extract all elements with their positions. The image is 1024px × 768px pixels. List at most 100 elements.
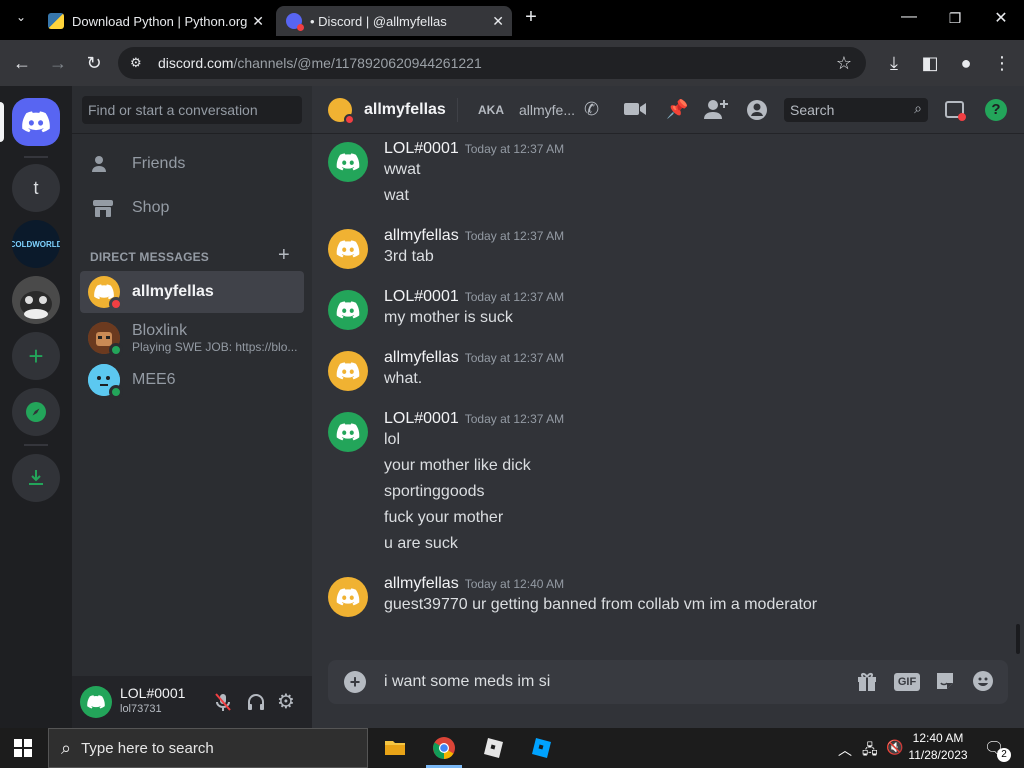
roblox-icon[interactable] <box>482 737 504 759</box>
chat-search-input[interactable]: Search ⌕ <box>784 98 928 122</box>
forward-icon[interactable]: → <box>46 52 70 74</box>
scrollbar-thumb[interactable] <box>1016 624 1020 654</box>
message-avatar[interactable] <box>328 290 368 330</box>
nav-shop[interactable]: Shop <box>80 187 304 229</box>
add-server-button[interactable]: + <box>12 332 60 380</box>
gif-button[interactable]: GIF <box>894 670 920 694</box>
server-coldworld[interactable]: COLDWORLD <box>12 220 60 268</box>
sticker-icon[interactable] <box>934 670 958 694</box>
restore-icon[interactable]: ❐ <box>940 10 970 27</box>
roblox-studio-icon[interactable] <box>530 737 552 759</box>
voice-call-icon[interactable]: ✆ <box>584 99 599 120</box>
python-favicon-icon <box>48 13 64 29</box>
plus-icon: + <box>28 340 44 371</box>
message-composer[interactable]: + i want some meds im si GIF <box>328 660 1008 704</box>
server-avatar[interactable] <box>12 276 60 324</box>
side-panel-icon[interactable]: ◧ <box>918 52 942 74</box>
dm-name: allmyfellas <box>132 283 214 300</box>
chat-header: allmyfellas AKA allmyfe... ✆ 📌 Search ⌕ … <box>312 86 1024 134</box>
pinned-messages-icon[interactable]: 📌 <box>666 99 688 120</box>
show-hidden-icons-icon[interactable]: ︿ <box>838 740 852 760</box>
message-author[interactable]: LOL#0001 Today at 12:37 AM <box>384 140 564 158</box>
url-text: discord.com/channels/@me/117892062094426… <box>158 55 482 71</box>
message-text: sportinggoods <box>384 483 485 500</box>
minimize-icon[interactable]: — <box>894 8 924 26</box>
message-timestamp: Today at 12:37 AM <box>464 351 565 365</box>
download-icon[interactable]: ⤓ <box>882 52 906 74</box>
dm-item-bloxlink[interactable]: Bloxlink Playing SWE JOB: https://blo... <box>80 316 304 360</box>
nav-label: Friends <box>132 155 186 172</box>
user-avatar[interactable] <box>80 686 112 718</box>
message-author[interactable]: LOL#0001 Today at 12:37 AM <box>384 288 564 306</box>
message-avatar[interactable] <box>328 142 368 182</box>
message-author[interactable]: allmyfellas Today at 12:40 AM <box>384 575 564 593</box>
dm-sidebar: Find or start a conversation Friends Sho… <box>72 86 312 728</box>
conversation-search-input[interactable]: Find or start a conversation <box>82 96 302 124</box>
headphones-icon[interactable] <box>246 692 266 712</box>
taskbar-date[interactable]: 11/28/2023 <box>906 748 970 762</box>
message-avatar[interactable] <box>328 229 368 269</box>
settings-gear-icon[interactable]: ⚙ <box>277 689 295 714</box>
message-author[interactable]: allmyfellas Today at 12:37 AM <box>384 227 564 245</box>
discord-logo-icon <box>336 240 360 258</box>
friends-icon <box>92 155 116 173</box>
windows-start-icon[interactable] <box>14 739 32 757</box>
close-tab-icon[interactable]: ✕ <box>492 13 504 30</box>
add-friends-to-dm-icon[interactable] <box>704 99 728 119</box>
address-bar[interactable]: ⚙ discord.com/channels/@me/1178920620944… <box>118 47 866 79</box>
message-avatar[interactable] <box>328 412 368 452</box>
mute-mic-icon[interactable] <box>214 692 232 712</box>
header-username[interactable]: allmyfellas <box>364 101 446 119</box>
gift-icon[interactable] <box>856 670 880 694</box>
reload-icon[interactable]: ↻ <box>82 52 106 74</box>
shop-icon <box>92 198 116 218</box>
back-icon[interactable]: ← <box>10 52 34 74</box>
file-explorer-icon[interactable] <box>384 736 406 758</box>
download-apps-button[interactable] <box>12 454 60 502</box>
discord-logo-icon <box>336 362 360 380</box>
menu-kebab-icon[interactable]: ⋮ <box>990 52 1014 74</box>
video-call-icon[interactable] <box>624 101 646 117</box>
dm-item-mee6[interactable]: MEE6 <box>80 359 304 401</box>
dm-item-allmyfellas[interactable]: allmyfellas <box>80 271 304 313</box>
discord-app: t COLDWORLD + Find or start a conversati… <box>0 86 1024 728</box>
header-avatar <box>328 98 355 125</box>
message-input[interactable]: i want some meds im si <box>384 673 550 691</box>
message-avatar[interactable] <box>328 351 368 391</box>
tab-search-chevron-icon[interactable]: ⌄ <box>6 10 36 24</box>
discord-logo-icon <box>87 695 105 709</box>
message-text: my mother is suck <box>384 309 513 326</box>
message-group: allmyfellas Today at 12:37 AM what. <box>328 349 1008 397</box>
nav-label: Shop <box>132 199 170 216</box>
upload-plus-icon[interactable]: + <box>344 671 366 693</box>
bookmark-star-icon[interactable]: ☆ <box>836 53 852 74</box>
network-icon[interactable]: 🖧 <box>862 739 878 763</box>
inbox-icon[interactable] <box>944 99 966 121</box>
emoji-icon[interactable] <box>972 670 996 694</box>
server-t[interactable]: t <box>12 164 60 212</box>
close-tab-icon[interactable]: ✕ <box>252 13 264 30</box>
user-profile-icon[interactable] <box>746 99 768 121</box>
explore-button[interactable] <box>12 388 60 436</box>
nav-friends[interactable]: Friends <box>80 143 304 185</box>
taskbar-search-input[interactable]: ⌕ Type here to search <box>48 728 368 768</box>
message-author[interactable]: LOL#0001 Today at 12:37 AM <box>384 410 564 428</box>
taskbar-time[interactable]: 12:40 AM <box>910 731 966 745</box>
help-icon[interactable]: ? <box>985 99 1007 121</box>
message-author[interactable]: allmyfellas Today at 12:37 AM <box>384 349 564 367</box>
new-tab-icon[interactable]: + <box>516 6 546 29</box>
message-avatar[interactable] <box>328 577 368 617</box>
message-timestamp: Today at 12:37 AM <box>464 412 565 426</box>
chrome-taskbar-icon[interactable] <box>432 736 456 760</box>
window-close-icon[interactable]: ✕ <box>986 8 1016 28</box>
home-button[interactable] <box>12 98 60 146</box>
site-info-icon[interactable]: ⚙ <box>130 55 142 71</box>
volume-muted-icon[interactable]: 🔇 <box>886 739 903 756</box>
tab-python[interactable]: Download Python | Python.org ✕ <box>40 6 272 36</box>
profile-icon[interactable]: ● <box>954 52 978 74</box>
tab-discord[interactable]: • Discord | @allmyfellas ✕ <box>276 6 512 36</box>
create-dm-plus-icon[interactable]: + <box>278 244 290 267</box>
browser-toolbar: ← → ↻ ⚙ discord.com/channels/@me/1178920… <box>0 40 1024 86</box>
aka-label: AKA <box>478 103 504 117</box>
message-timestamp: Today at 12:37 AM <box>464 290 565 304</box>
